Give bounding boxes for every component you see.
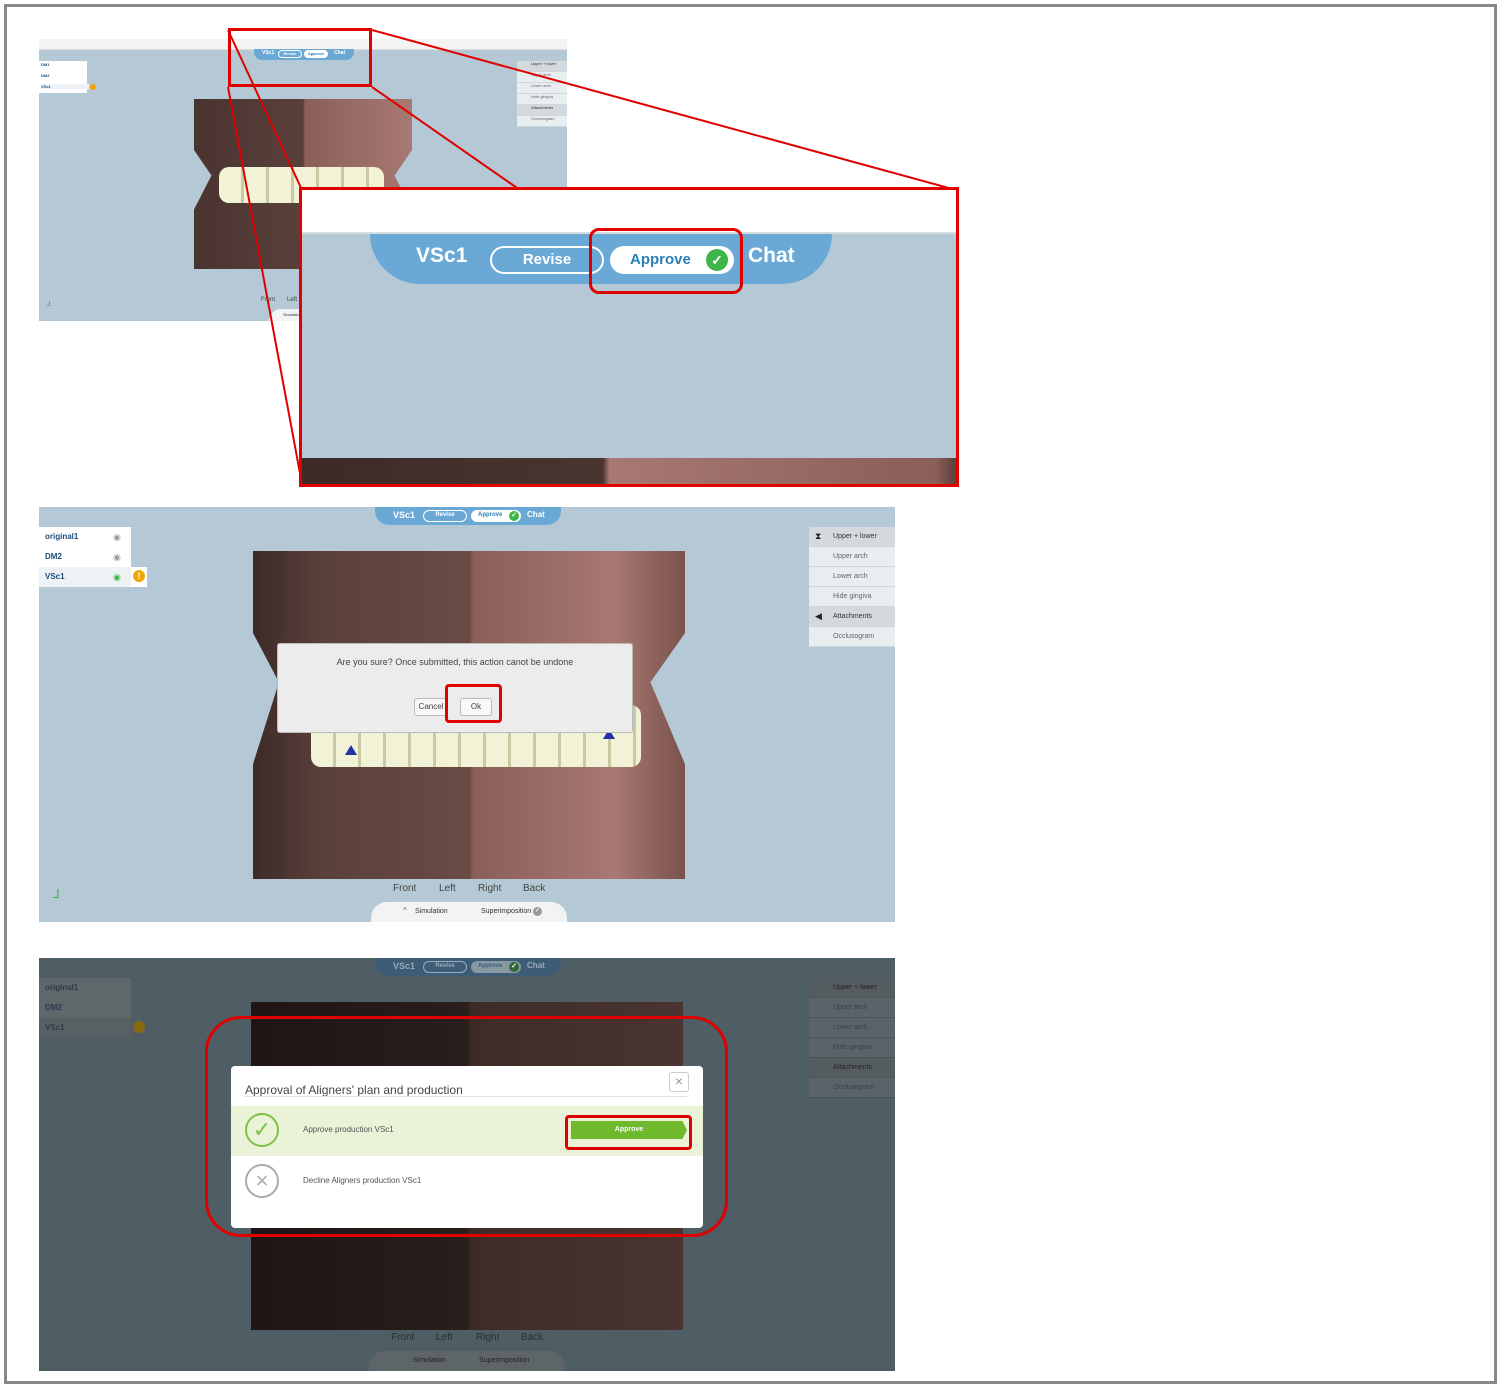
view-back[interactable]: Back: [521, 1332, 543, 1343]
upper-lower-icon: ⧗: [815, 531, 822, 541]
superimposition-tab[interactable]: Superimposition: [479, 1357, 529, 1364]
version-tab-bar: VSc1 Revise Approve ✓ Chat: [375, 958, 561, 976]
approve-button-highlight: [565, 1115, 692, 1150]
warning-icon: [133, 1021, 145, 1033]
option-hide-gingiva[interactable]: Hide gingiva: [809, 587, 895, 607]
model-item[interactable]: original1: [39, 978, 131, 998]
view-left[interactable]: Left: [439, 883, 456, 894]
chat-link[interactable]: Chat: [527, 961, 545, 970]
view-front[interactable]: Front: [393, 883, 416, 894]
view-right[interactable]: Right: [476, 1332, 499, 1343]
option-upper-lower[interactable]: Upper + lower: [809, 978, 895, 998]
option-occlusogram[interactable]: Occlusogram: [809, 1078, 895, 1098]
model-item[interactable]: VSc1: [39, 1018, 131, 1038]
option-upper-arch[interactable]: Upper arch: [809, 547, 895, 567]
simulation-tab[interactable]: Simulation: [413, 1357, 446, 1364]
axis-gizmo-icon: ⅃: [53, 887, 60, 901]
eye-icon[interactable]: ◉: [113, 532, 121, 543]
cancel-button[interactable]: Cancel: [414, 698, 448, 716]
view-right[interactable]: Right: [478, 883, 501, 894]
warning-icon: !: [133, 570, 145, 582]
check-icon: ✓: [533, 907, 542, 916]
model-list: original1 DM2 VSc1: [39, 978, 131, 1038]
option-upper-lower[interactable]: Upper + lower: [809, 527, 895, 547]
eye-icon[interactable]: ◉: [113, 572, 121, 583]
option-upper-arch[interactable]: Upper arch: [809, 998, 895, 1018]
version-label: VSc1: [393, 961, 416, 971]
approved-check-icon: ✓: [509, 511, 519, 521]
view-back[interactable]: Back: [523, 883, 545, 894]
chat-link[interactable]: Chat: [527, 510, 545, 519]
option-lower-arch[interactable]: Lower arch: [809, 567, 895, 587]
view-options-panel: Upper + lower Upper arch Lower arch Hide…: [809, 527, 895, 647]
option-attachments[interactable]: Attachments: [809, 1058, 895, 1078]
revise-button[interactable]: Revise: [423, 961, 467, 973]
attachment-icon: ◀: [815, 611, 822, 621]
revise-button[interactable]: Revise: [423, 510, 467, 522]
version-label: VSc1: [393, 510, 416, 520]
approve-highlight: [589, 228, 743, 294]
view-front[interactable]: Front: [391, 1332, 414, 1343]
option-occlusogram[interactable]: Occlusogram: [809, 627, 895, 647]
chevron-up-icon: ^: [403, 906, 407, 915]
simulation-tab[interactable]: Simulation: [415, 908, 448, 915]
ok-highlight: [445, 684, 502, 723]
view-options-panel: Upper + lower Upper arch Lower arch Hide…: [809, 978, 895, 1098]
option-lower-arch[interactable]: Lower arch: [809, 1018, 895, 1038]
model-item[interactable]: DM2: [39, 998, 131, 1018]
version-tab-bar: VSc1 Revise Approve ✓ Chat: [375, 507, 561, 525]
option-hide-gingiva[interactable]: Hide gingiva: [809, 1038, 895, 1058]
approved-check-icon: ✓: [509, 962, 519, 972]
bottom-tab-bar: ^ Simulation Superimposition ✓: [371, 902, 567, 922]
view-left[interactable]: Left: [436, 1332, 453, 1343]
confirm-message: Are you sure? Once submitted, this actio…: [336, 657, 574, 667]
superimposition-tab[interactable]: Superimposition: [481, 908, 531, 915]
attachment-marker: [345, 745, 357, 755]
bottom-tab-bar: Simulation Superimposition: [369, 1351, 565, 1371]
eye-icon[interactable]: ◉: [113, 552, 121, 563]
